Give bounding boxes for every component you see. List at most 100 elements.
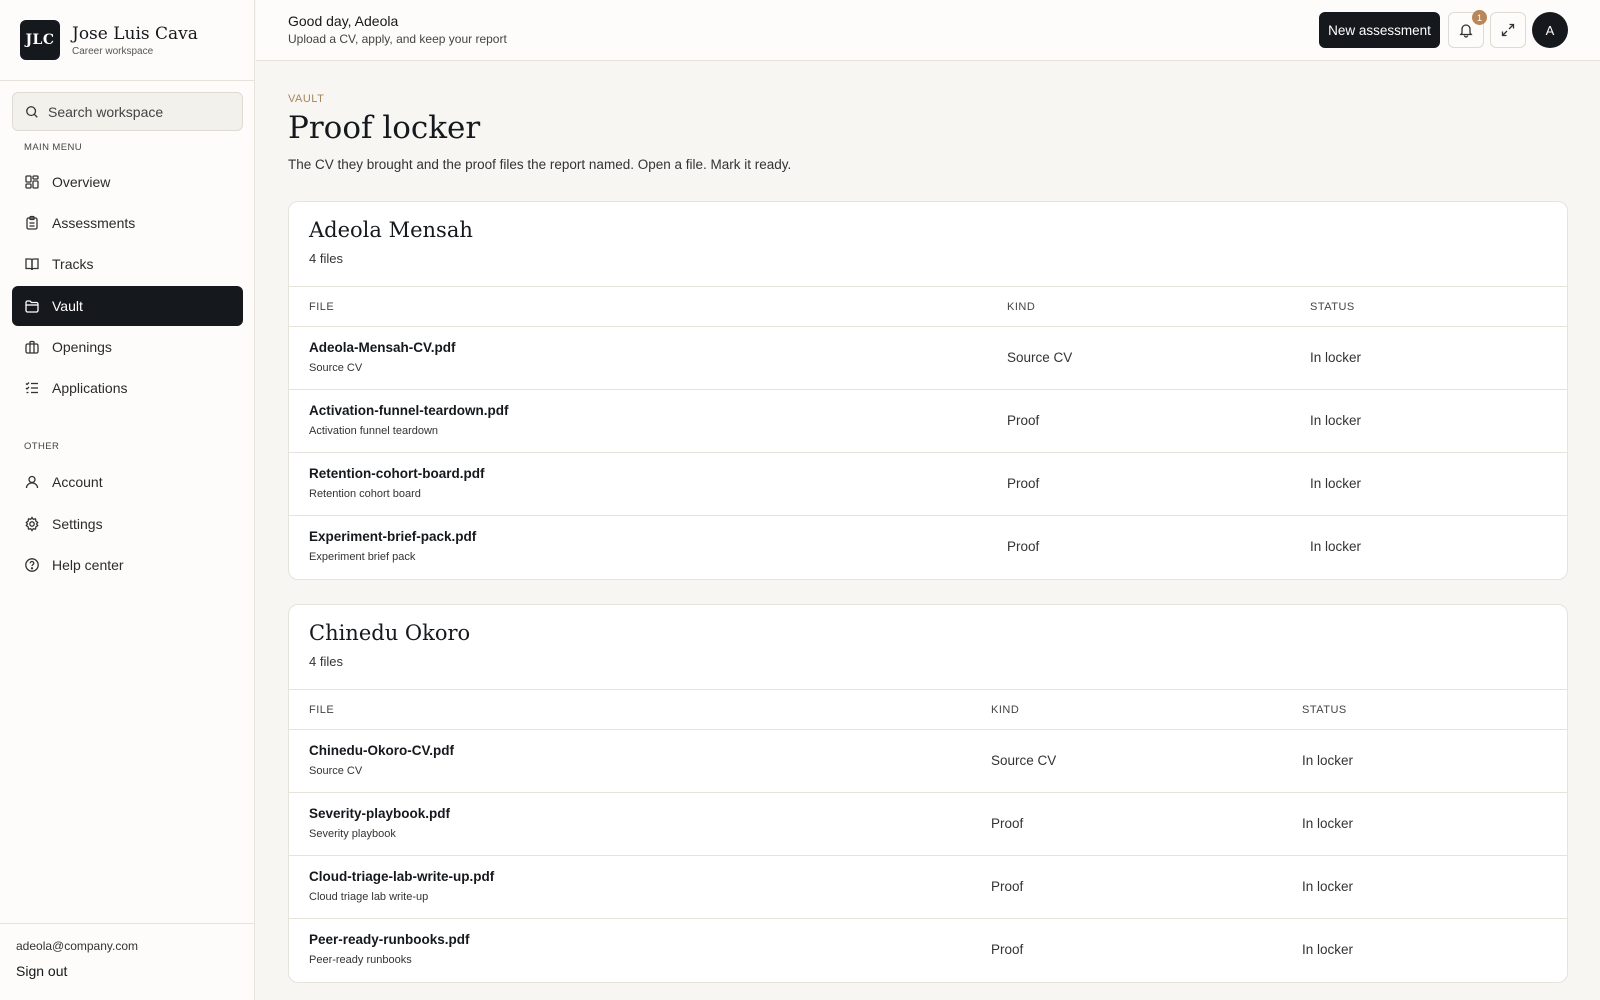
sidebar-item-overview[interactable]: Overview: [12, 162, 243, 202]
table-row[interactable]: Retention-cohort-board.pdf Retention coh…: [289, 453, 1567, 516]
sidebar-item-label: Settings: [52, 516, 103, 532]
search-icon: [26, 105, 38, 118]
file-status: In locker: [1310, 413, 1362, 428]
sidebar-item-account[interactable]: Account: [12, 462, 243, 502]
greeting-subtitle: Upload a CV, apply, and keep your report: [288, 32, 507, 46]
file-description: Experiment brief pack: [309, 551, 416, 563]
column-header-status: STATUS: [1310, 301, 1355, 313]
file-kind: Proof: [991, 879, 1024, 894]
clipboard-icon: [24, 215, 40, 231]
file-kind: Source CV: [1007, 350, 1073, 365]
table-header: FILE KIND STATUS: [289, 689, 1567, 730]
candidate-name: Chinedu Okoro: [309, 621, 471, 645]
file-status: In locker: [1302, 753, 1354, 768]
search-box[interactable]: [12, 92, 243, 131]
file-name[interactable]: Chinedu-Okoro-CV.pdf: [309, 743, 454, 758]
sidebar: JLC Jose Luis Cava Career workspace MAIN…: [0, 0, 255, 1000]
table-row[interactable]: Activation-funnel-teardown.pdf Activatio…: [289, 390, 1567, 453]
page-eyebrow: VAULT: [288, 93, 325, 105]
table-row[interactable]: Chinedu-Okoro-CV.pdf Source CV Source CV…: [289, 730, 1567, 793]
sidebar-item-applications[interactable]: Applications: [12, 368, 243, 408]
file-description: Source CV: [309, 765, 363, 777]
sidebar-item-assessments[interactable]: Assessments: [12, 203, 243, 243]
table-row[interactable]: Adeola-Mensah-CV.pdf Source CV Source CV…: [289, 327, 1567, 390]
sidebar-item-tracks[interactable]: Tracks: [12, 244, 243, 284]
help-icon: [24, 557, 40, 573]
folder-icon: [24, 298, 40, 314]
column-header-status: STATUS: [1302, 704, 1347, 716]
briefcase-icon: [24, 339, 40, 355]
file-status: In locker: [1310, 476, 1362, 491]
candidate-name: Adeola Mensah: [309, 218, 473, 242]
sidebar-item-label: Account: [52, 474, 103, 490]
top-header: Good day, Adeola Upload a CV, apply, and…: [256, 0, 1600, 61]
sidebar-item-help-center[interactable]: Help center: [12, 545, 243, 585]
table-header: FILE KIND STATUS: [289, 286, 1567, 327]
column-header-kind: KIND: [1007, 301, 1036, 313]
page-title: Proof locker: [288, 110, 481, 146]
file-kind: Proof: [991, 816, 1024, 831]
file-kind: Proof: [1007, 476, 1040, 491]
file-name[interactable]: Activation-funnel-teardown.pdf: [309, 403, 509, 418]
notification-badge: 1: [1472, 10, 1487, 25]
file-description: Severity playbook: [309, 828, 396, 840]
sidebar-item-label: Help center: [52, 557, 124, 573]
file-description: Peer-ready runbooks: [309, 954, 412, 966]
brand[interactable]: JLC Jose Luis Cava Career workspace: [20, 20, 198, 60]
sign-out-link[interactable]: Sign out: [16, 963, 67, 979]
gear-icon: [24, 516, 40, 532]
brand-logo: JLC: [20, 20, 60, 60]
table-row[interactable]: Severity-playbook.pdf Severity playbook …: [289, 793, 1567, 856]
user-icon: [24, 474, 40, 490]
file-kind: Source CV: [991, 753, 1057, 768]
fullscreen-button[interactable]: [1490, 12, 1526, 48]
table-row[interactable]: Cloud-triage-lab-write-up.pdf Cloud tria…: [289, 856, 1567, 919]
notifications-button[interactable]: 1: [1448, 10, 1487, 48]
file-count: 4 files: [309, 654, 343, 669]
file-name[interactable]: Adeola-Mensah-CV.pdf: [309, 340, 456, 355]
file-kind: Proof: [1007, 539, 1040, 554]
sidebar-item-label: Applications: [52, 380, 128, 396]
file-name[interactable]: Experiment-brief-pack.pdf: [309, 529, 476, 544]
file-name[interactable]: Severity-playbook.pdf: [309, 806, 450, 821]
greeting: Good day, Adeola: [288, 13, 399, 29]
file-description: Activation funnel teardown: [309, 425, 439, 437]
brand-name: Jose Luis Cava: [72, 23, 198, 44]
page-description: The CV they brought and the proof files …: [288, 157, 792, 172]
file-status: In locker: [1310, 350, 1362, 365]
sidebar-item-vault[interactable]: Vault: [12, 286, 243, 326]
column-header-file: FILE: [309, 704, 335, 716]
sidebar-item-openings[interactable]: Openings: [12, 327, 243, 367]
grid-icon: [24, 174, 40, 190]
table-row[interactable]: Experiment-brief-pack.pdf Experiment bri…: [289, 516, 1567, 579]
file-name[interactable]: Retention-cohort-board.pdf: [309, 466, 484, 481]
sidebar-item-label: Openings: [52, 339, 112, 355]
file-count: 4 files: [309, 251, 343, 266]
divider: [0, 80, 254, 81]
sidebar-item-label: Assessments: [52, 215, 136, 231]
search-input[interactable]: [48, 103, 228, 120]
file-name[interactable]: Cloud-triage-lab-write-up.pdf: [309, 869, 494, 884]
new-assessment-button[interactable]: New assessment: [1319, 12, 1440, 48]
file-description: Cloud triage lab write-up: [309, 891, 429, 903]
bell-icon: [1459, 24, 1473, 38]
divider: [0, 923, 254, 924]
sidebar-item-label: Vault: [52, 298, 83, 314]
file-status: In locker: [1302, 816, 1354, 831]
checklist-icon: [24, 380, 40, 396]
candidate-card: Adeola Mensah 4 files FILE KIND STATUS A…: [288, 201, 1568, 580]
file-status: In locker: [1302, 879, 1354, 894]
sidebar-item-label: Overview: [52, 174, 111, 190]
file-description: Source CV: [309, 362, 363, 374]
expand-icon: [1501, 23, 1515, 37]
file-name[interactable]: Peer-ready-runbooks.pdf: [309, 932, 470, 947]
brand-subtitle: Career workspace: [72, 45, 154, 57]
user-email: adeola@company.com: [16, 939, 139, 953]
avatar[interactable]: A: [1532, 12, 1568, 48]
file-status: In locker: [1310, 539, 1362, 554]
file-kind: Proof: [991, 942, 1024, 957]
sidebar-item-settings[interactable]: Settings: [12, 504, 243, 544]
table-row[interactable]: Peer-ready-runbooks.pdf Peer-ready runbo…: [289, 919, 1567, 982]
main-menu-label: MAIN MENU: [24, 142, 82, 153]
book-icon: [24, 256, 40, 272]
